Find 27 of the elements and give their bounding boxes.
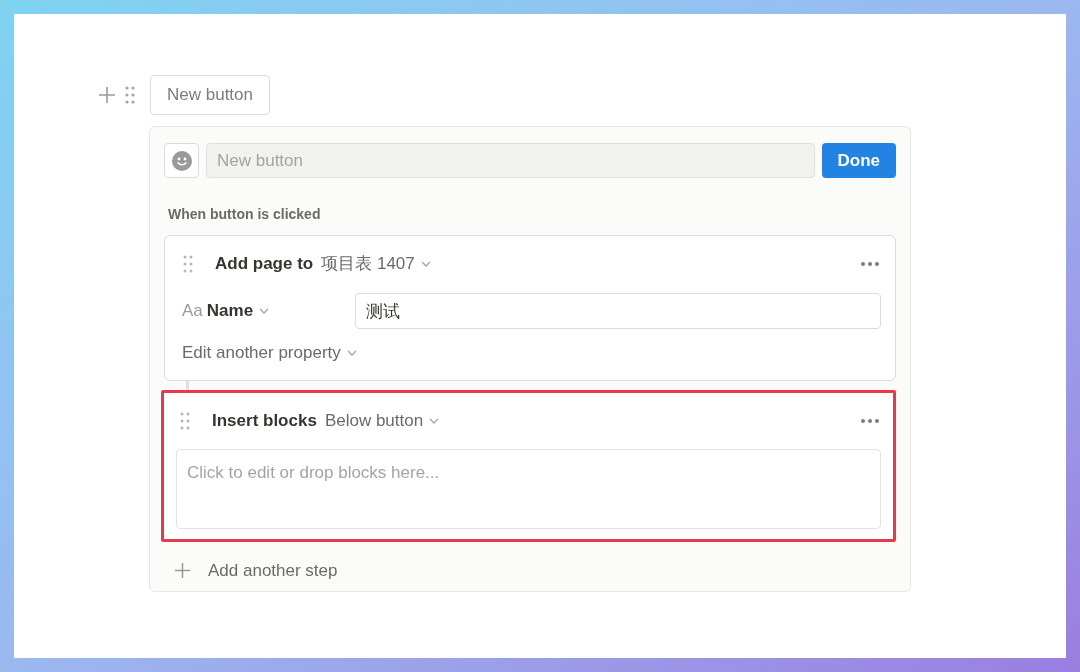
trigger-label: When button is clicked bbox=[168, 205, 322, 224]
plus-icon[interactable] bbox=[98, 86, 116, 104]
property-name-dropdown[interactable]: Name bbox=[206, 298, 355, 324]
step-action-label: Insert blocks bbox=[212, 409, 317, 432]
chevron-down-icon bbox=[259, 308, 270, 314]
button-name-field[interactable]: New button bbox=[206, 143, 815, 178]
drag-handle-icon[interactable] bbox=[180, 411, 190, 430]
emoji-button[interactable] bbox=[164, 143, 199, 178]
smiley-icon bbox=[171, 150, 192, 171]
step-target-dropdown[interactable]: Below button bbox=[324, 407, 440, 434]
blocks-drop-area[interactable]: Click to edit or drop blocks here... bbox=[176, 448, 881, 529]
more-options-icon[interactable] bbox=[861, 262, 879, 266]
text-property-icon: Aa bbox=[182, 298, 203, 324]
done-button[interactable]: Done bbox=[821, 143, 896, 178]
chevron-down-icon bbox=[420, 261, 431, 267]
more-options-icon[interactable] bbox=[861, 418, 879, 423]
new-button[interactable]: New button bbox=[150, 75, 270, 115]
step-target-dropdown[interactable]: 项目表 1407 bbox=[321, 251, 431, 277]
step-action-label: Add page to bbox=[215, 253, 314, 276]
edit-property-dropdown[interactable]: Edit another property bbox=[182, 340, 357, 366]
plus-icon[interactable] bbox=[174, 561, 191, 579]
drag-handle-icon[interactable] bbox=[125, 86, 135, 104]
add-step-link[interactable]: Add another step bbox=[208, 557, 338, 583]
chevron-down-icon bbox=[346, 349, 357, 356]
drag-handle-icon[interactable] bbox=[183, 255, 193, 273]
property-value-field[interactable]: 测试 bbox=[354, 293, 881, 329]
chevron-down-icon bbox=[429, 417, 440, 424]
